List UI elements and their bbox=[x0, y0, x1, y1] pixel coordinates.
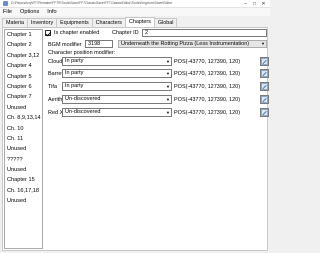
chapter-list-item[interactable]: ????? bbox=[5, 155, 42, 165]
bgm-modifier-input[interactable]: 3198 bbox=[85, 40, 113, 48]
chapter-list-item[interactable]: Chapter 7 bbox=[5, 92, 42, 102]
bgm-track-value: Underneath the Rotting Pizza (Less Instr… bbox=[121, 41, 250, 47]
tab-characters[interactable]: Characters bbox=[91, 18, 127, 27]
character-status-select[interactable]: Un-discovered ▼ bbox=[62, 95, 172, 104]
maximize-button[interactable]: □ bbox=[250, 0, 259, 8]
menu-bar: File Options Info bbox=[0, 8, 270, 16]
character-row: Red XIII Un-discovered ▼ POS(-43770, 127390… bbox=[45, 108, 269, 118]
tab-materia[interactable]: Materia bbox=[2, 18, 28, 27]
chapter-list-item[interactable]: Chapter 1 bbox=[5, 30, 42, 40]
chapter-list-item[interactable]: Ch. 10 bbox=[5, 124, 42, 134]
character-position: POS(-43770, 127390, 120) bbox=[174, 97, 241, 103]
character-status-select[interactable]: In party ▼ bbox=[62, 82, 172, 91]
tab-equipments[interactable]: Equipments bbox=[56, 18, 93, 27]
character-name: Aerith bbox=[48, 97, 63, 103]
tab-global[interactable]: Global bbox=[153, 18, 178, 27]
chapter-list-item[interactable]: Chapter 5 bbox=[5, 72, 42, 82]
tab-chapters[interactable]: Chapters bbox=[125, 17, 155, 27]
chapter-list-item[interactable]: Chapter 2 bbox=[5, 40, 42, 50]
chapter-enabled-checkbox[interactable] bbox=[45, 30, 51, 36]
chapters-panel: Chapter 1 Chapter 2 Chapter 3,12 Chapter 4C… bbox=[2, 27, 269, 251]
chapter-list-item[interactable]: Ch. 16,17,18 bbox=[5, 186, 42, 196]
chapter-list[interactable]: Chapter 1 Chapter 2 Chapter 3,12 Chapter 4C… bbox=[4, 29, 43, 249]
chapter-list-item[interactable]: Unused bbox=[5, 196, 42, 206]
chapter-id-input[interactable]: 2 bbox=[142, 29, 267, 37]
character-row: Tifa In party ▼ POS(-43770, 127390, 120) bbox=[45, 82, 269, 92]
character-status-value: In party bbox=[65, 58, 84, 64]
edit-position-icon bbox=[261, 96, 268, 103]
edit-position-button[interactable] bbox=[260, 95, 269, 104]
chevron-down-icon: ▼ bbox=[166, 110, 170, 115]
chapter-form: Is chapter enabled Chapter ID 2 BGM modi… bbox=[45, 28, 269, 250]
character-status-select[interactable]: In party ▼ bbox=[62, 69, 172, 78]
character-status-select[interactable]: In party ▼ bbox=[62, 57, 172, 66]
character-position: POS(-43770, 127390, 120) bbox=[174, 84, 241, 90]
edit-position-icon bbox=[261, 58, 268, 65]
chapter-list-item[interactable]: Chapter 6 bbox=[5, 82, 42, 92]
character-status-value: Un-discovered bbox=[65, 109, 101, 115]
character-status-value: In party bbox=[65, 83, 84, 89]
chapter-list-item[interactable]: Ch. 8,9,13,14 bbox=[5, 113, 42, 123]
position-heading: Character position modifier: bbox=[48, 50, 116, 56]
edit-position-icon bbox=[261, 70, 268, 77]
chapter-list-item[interactable]: Unused bbox=[5, 165, 42, 175]
edit-position-icon bbox=[261, 83, 268, 90]
chevron-down-icon: ▼ bbox=[261, 41, 265, 46]
character-name: Barret bbox=[48, 71, 63, 77]
title-bar: D:\Repository\FF7Remake\FF7R\Tools\Save\… bbox=[0, 0, 270, 8]
chevron-down-icon: ▼ bbox=[166, 71, 170, 76]
bgm-modifier-label: BGM modifier bbox=[48, 42, 82, 48]
chapter-enabled-label: Is chapter enabled bbox=[54, 30, 100, 36]
edit-position-button[interactable] bbox=[260, 57, 269, 66]
character-position: POS(-43770, 127390, 120) bbox=[174, 110, 241, 116]
bgm-track-select[interactable]: Underneath the Rotting Pizza (Less Instr… bbox=[118, 40, 267, 48]
chevron-down-icon: ▼ bbox=[166, 84, 170, 89]
window-title: D:\Repository\FF7Remake\FF7R\Tools\Save\… bbox=[11, 1, 173, 5]
character-status-value: In party bbox=[65, 70, 84, 76]
close-button[interactable]: ✕ bbox=[259, 0, 268, 8]
edit-position-button[interactable] bbox=[260, 82, 269, 91]
character-position: POS(-43770, 127390, 120) bbox=[174, 59, 241, 65]
menu-info[interactable]: Info bbox=[47, 9, 56, 15]
edit-position-button[interactable] bbox=[260, 108, 269, 117]
character-position: POS(-43770, 127390, 120) bbox=[174, 71, 241, 77]
chapter-list-item[interactable]: Ch. 11 bbox=[5, 134, 42, 144]
character-status-select[interactable]: Un-discovered ▼ bbox=[62, 108, 172, 117]
menu-options[interactable]: Options bbox=[20, 9, 39, 15]
menu-file[interactable]: File bbox=[3, 9, 12, 15]
chevron-down-icon: ▼ bbox=[166, 97, 170, 102]
chapter-list-item[interactable]: Unused bbox=[5, 103, 42, 113]
chapter-id-label: Chapter ID bbox=[112, 30, 139, 36]
tab-bar: Materia Inventory Equipments Characters … bbox=[2, 17, 178, 27]
app-icon bbox=[3, 1, 8, 6]
chevron-down-icon: ▼ bbox=[166, 59, 170, 64]
edit-position-button[interactable] bbox=[260, 69, 269, 78]
character-name: Cloud bbox=[48, 59, 63, 65]
character-row: Aerith Un-discovered ▼ POS(-43770, 127390, … bbox=[45, 95, 269, 105]
chapter-list-item[interactable]: Chapter 3,12 bbox=[5, 51, 42, 61]
character-name: Tifa bbox=[48, 84, 57, 90]
character-row: Barret In party ▼ POS(-43770, 127390, 120) bbox=[45, 69, 269, 79]
tab-inventory[interactable]: Inventory bbox=[26, 18, 58, 27]
character-status-value: Un-discovered bbox=[65, 96, 101, 102]
chapter-list-item[interactable]: Chapter 4 bbox=[5, 61, 42, 71]
edit-position-icon bbox=[261, 109, 268, 116]
chapter-list-item[interactable]: Unused bbox=[5, 144, 42, 154]
character-row: Cloud In party ▼ POS(-43770, 127390, 120) bbox=[45, 57, 269, 67]
chapter-list-item[interactable]: Chapter 15 bbox=[5, 175, 42, 185]
minimize-button[interactable]: – bbox=[241, 0, 250, 8]
